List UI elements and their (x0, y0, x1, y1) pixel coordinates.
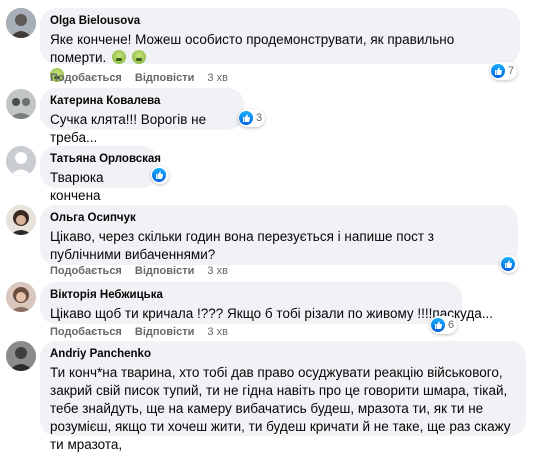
reaction-count[interactable]: 6 (430, 316, 458, 334)
avatar[interactable] (6, 146, 36, 176)
comment-text: Ти конч*на тварина, хто тобі дав право о… (50, 365, 511, 452)
like-link[interactable]: Подобається (50, 72, 122, 84)
like-link[interactable]: Подобається (50, 265, 122, 277)
avatar[interactable] (6, 8, 36, 38)
comment-author[interactable]: Татьяна Орловская (50, 152, 161, 167)
user-photo-icon (6, 8, 36, 38)
user-photo-icon (6, 341, 36, 371)
reaction-count[interactable] (151, 166, 169, 184)
comment-actions: Подобається Відповісти 3 хв (50, 71, 238, 85)
comment-text: Цікаво щоб ти кричала !??? Якщо б тобі р… (50, 306, 493, 321)
comment-text: Тварюка кончена (50, 170, 104, 203)
reaction-number: 6 (448, 319, 455, 331)
avatar[interactable] (6, 89, 36, 119)
like-reaction-icon (501, 257, 515, 271)
avatar[interactable] (6, 205, 36, 235)
timestamp[interactable]: 3 хв (207, 326, 228, 338)
default-avatar-icon (6, 146, 36, 176)
comment-bubble: Ольга Осипчук Цікаво, через скільки годи… (40, 205, 518, 265)
like-reaction-icon (431, 318, 445, 332)
comment-bubble: Катерина Ковалева Сучка клята!!! Ворогів… (40, 88, 244, 145)
comment-bubble: Olga Bielousova Яке кончене! Можеш особи… (40, 8, 520, 82)
reply-link[interactable]: Відповісти (135, 265, 194, 277)
comment-bubble: Татьяна Орловская Тварюка кончена (40, 146, 161, 203)
sick-face-icon (131, 50, 146, 64)
comment-text: Сучка клята!!! Ворогів не треба... (50, 112, 207, 145)
comment-author[interactable]: Andriy Panchenko (50, 347, 516, 362)
reaction-number: 7 (508, 65, 515, 77)
avatar[interactable] (6, 341, 36, 371)
reaction-count[interactable]: 3 (238, 109, 266, 127)
timestamp[interactable]: 3 хв (207, 265, 228, 277)
timestamp[interactable]: 3 хв (207, 72, 228, 84)
like-reaction-icon (239, 111, 253, 125)
user-photo-icon (6, 282, 36, 312)
comment-author[interactable]: Ольга Осипчук (50, 211, 508, 226)
comment-actions: Подобається Відповісти 3 хв (50, 264, 238, 278)
comment-actions: Подобається Відповісти 3 хв (50, 325, 238, 339)
reaction-number: 3 (256, 112, 263, 124)
comment-author[interactable]: Вікторія Небжицька (50, 288, 452, 303)
comment-author[interactable]: Катерина Ковалева (50, 94, 234, 109)
user-photo-icon (6, 205, 36, 235)
comment-bubble: Вікторія Небжицька Цікаво щоб ти кричала… (40, 282, 493, 324)
comment-text-body: Яке кончене! Можеш особисто продемонстру… (50, 32, 455, 65)
reaction-count[interactable]: 7 (490, 62, 518, 80)
reply-link[interactable]: Відповісти (135, 72, 194, 84)
comment-text: Цікаво, через скільки годин вона перезує… (50, 229, 434, 262)
avatar[interactable] (6, 282, 36, 312)
comment-author[interactable]: Olga Bielousova (50, 14, 510, 29)
like-reaction-icon (491, 64, 505, 78)
reply-link[interactable]: Відповісти (135, 326, 194, 338)
reaction-count[interactable] (500, 255, 518, 273)
user-photo-icon (6, 89, 36, 119)
sick-face-icon (112, 50, 127, 64)
like-reaction-icon (152, 168, 166, 182)
like-link[interactable]: Подобається (50, 326, 122, 338)
